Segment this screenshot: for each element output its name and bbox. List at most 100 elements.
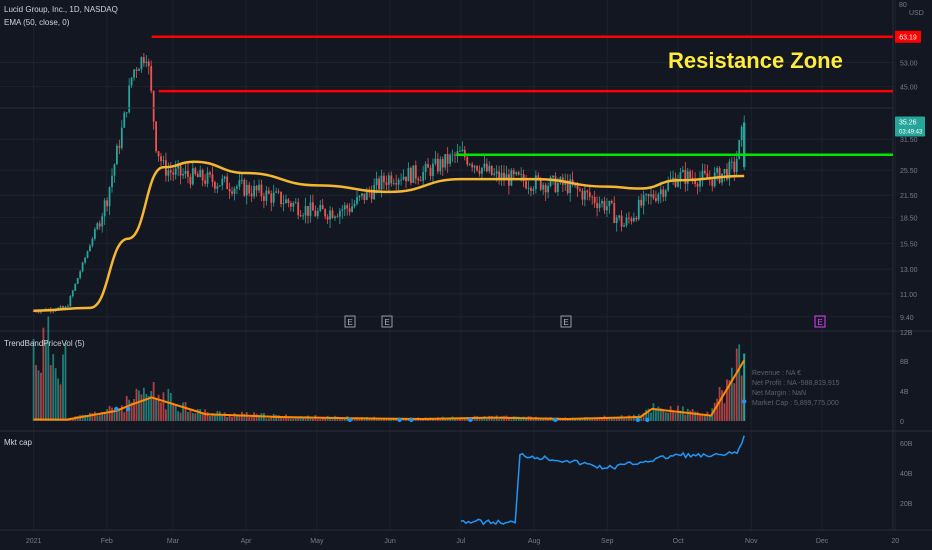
volume-bar bbox=[726, 379, 728, 421]
candle-body bbox=[662, 189, 665, 197]
volume-bar bbox=[218, 411, 221, 421]
volume-bar bbox=[152, 382, 155, 421]
candle-body bbox=[439, 159, 442, 172]
volume-dot bbox=[409, 417, 414, 423]
price-axis-tick: 31.50 bbox=[900, 137, 918, 144]
volume-bar bbox=[664, 412, 667, 421]
volume-bar bbox=[674, 412, 677, 421]
candle-body bbox=[419, 180, 422, 182]
candle-body bbox=[142, 57, 145, 64]
candle-body bbox=[527, 187, 530, 189]
volume-bar bbox=[316, 419, 319, 421]
candle-body bbox=[316, 210, 319, 217]
time-axis-label: Oct bbox=[673, 538, 684, 545]
volume-bar bbox=[250, 416, 253, 421]
candle-body bbox=[481, 167, 483, 174]
volume-bar bbox=[630, 418, 633, 421]
time-axis-label: Aug bbox=[528, 538, 541, 545]
candle-body bbox=[255, 185, 258, 191]
candle-body bbox=[106, 200, 109, 207]
volume-bar bbox=[270, 417, 273, 421]
candle-body bbox=[321, 205, 324, 210]
volume-dot bbox=[114, 406, 119, 412]
mktcap-axis-tick: 20B bbox=[900, 501, 913, 508]
candle-body bbox=[334, 216, 336, 218]
candle-body bbox=[287, 199, 290, 203]
candle-body bbox=[253, 185, 256, 197]
price-axis-tick: 11.00 bbox=[900, 292, 917, 299]
candle-body bbox=[152, 90, 155, 122]
candle-body bbox=[427, 164, 429, 168]
volume-bar bbox=[140, 394, 143, 421]
candle-body bbox=[532, 188, 535, 191]
candle-body bbox=[265, 190, 268, 201]
chart-background bbox=[0, 0, 932, 550]
volume-axis-tick: 4B bbox=[900, 389, 909, 396]
candle-body bbox=[228, 189, 231, 192]
candle-body bbox=[275, 191, 278, 193]
volume-bar bbox=[265, 418, 268, 421]
candle-body bbox=[243, 179, 246, 196]
candle-body bbox=[395, 183, 398, 185]
candle-body bbox=[716, 168, 719, 173]
candle-body bbox=[454, 154, 456, 156]
candle-body bbox=[309, 202, 312, 216]
candle-body bbox=[179, 165, 182, 176]
volume-bar bbox=[669, 406, 672, 421]
candle-body bbox=[194, 168, 197, 175]
candle-body bbox=[459, 151, 461, 152]
candle-body bbox=[84, 257, 86, 263]
time-axis-label: Mar bbox=[167, 538, 180, 545]
volume-bar bbox=[226, 417, 229, 421]
candle-body bbox=[319, 205, 322, 211]
candle-body bbox=[111, 175, 113, 188]
candle-body bbox=[62, 306, 64, 308]
candle-body bbox=[485, 163, 488, 172]
candle-body bbox=[588, 192, 591, 197]
candle-body bbox=[76, 277, 79, 284]
volume-bar bbox=[730, 367, 733, 421]
info-revenue: Revenue : NA € bbox=[752, 370, 801, 377]
candle-body bbox=[361, 193, 363, 196]
candle-body bbox=[89, 245, 91, 252]
volume-bar bbox=[108, 405, 111, 421]
volume-bar bbox=[194, 413, 197, 421]
candle-body bbox=[405, 176, 407, 182]
volume-bar bbox=[47, 316, 50, 421]
volume-bar-last bbox=[743, 353, 746, 421]
candle-body bbox=[81, 262, 84, 272]
candle-body bbox=[525, 181, 527, 189]
candle-body bbox=[583, 190, 586, 200]
candle-body bbox=[402, 176, 405, 180]
candle-body bbox=[98, 223, 101, 227]
volume-bar bbox=[667, 412, 670, 421]
volume-dot bbox=[741, 399, 747, 404]
candle-body bbox=[591, 196, 594, 198]
stock-chart[interactable]: E E E E Lucid Group, Inc., 1D, NASDAQ EM… bbox=[0, 0, 932, 550]
candle-body bbox=[370, 192, 373, 200]
volume-bar bbox=[32, 338, 35, 421]
price-axis-tick: 15.50 bbox=[900, 241, 918, 248]
candle-body bbox=[140, 57, 143, 70]
candle-body bbox=[664, 190, 667, 197]
candle-body bbox=[125, 112, 128, 114]
candle-body bbox=[150, 66, 153, 91]
volume-bar bbox=[735, 348, 738, 421]
volume-dot bbox=[468, 417, 473, 423]
candle-body bbox=[417, 178, 420, 181]
candle-body bbox=[468, 164, 471, 166]
candle-body bbox=[302, 215, 305, 217]
time-axis-label: 20 bbox=[891, 538, 899, 545]
candle-body bbox=[534, 175, 537, 189]
candle-body bbox=[96, 223, 99, 230]
candle-body bbox=[488, 165, 491, 172]
volume-bar bbox=[182, 402, 184, 421]
candle-body bbox=[696, 184, 699, 187]
volume-bar bbox=[383, 419, 385, 421]
candle-body bbox=[686, 171, 689, 184]
volume-bar bbox=[650, 412, 652, 421]
candle-body bbox=[650, 194, 652, 197]
volume-bar bbox=[716, 398, 719, 421]
candle-body bbox=[735, 159, 738, 172]
candle-body bbox=[461, 149, 464, 152]
